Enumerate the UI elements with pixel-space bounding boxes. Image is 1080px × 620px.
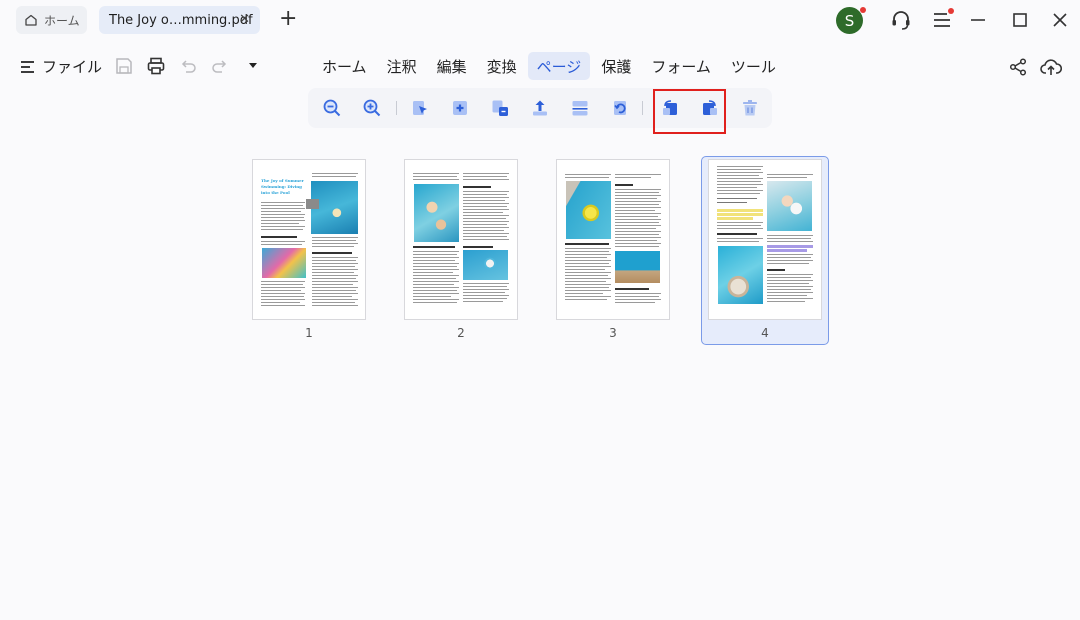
zoom-out-button[interactable] xyxy=(322,98,342,118)
insert-icon xyxy=(453,101,467,115)
tab-document-label: The Joy o…mming.pdf xyxy=(109,12,253,28)
extract-icon xyxy=(413,101,427,115)
page-preview xyxy=(404,159,518,320)
new-tab-button[interactable]: + xyxy=(279,7,297,31)
export-icon xyxy=(533,100,547,116)
avatar[interactable]: S xyxy=(836,7,866,34)
headset-icon[interactable] xyxy=(889,8,913,32)
zoom-in-icon xyxy=(363,99,381,117)
tab-home-label: ホーム xyxy=(44,13,80,28)
page-number: 2 xyxy=(457,326,465,340)
save-icon[interactable] xyxy=(114,56,134,76)
tab-home-menu[interactable]: ホーム xyxy=(313,52,376,80)
page-number: 3 xyxy=(609,326,617,340)
toolbar-divider xyxy=(642,101,643,115)
page-thumbnail-1[interactable]: The Joy of Summer Swimming: Diving into … xyxy=(252,159,366,340)
pool-image xyxy=(414,184,459,242)
page-thumbnail-4[interactable]: 4 xyxy=(708,159,822,340)
image-marker xyxy=(306,199,319,209)
rotate-icon xyxy=(614,101,626,115)
tab-protect[interactable]: 保護 xyxy=(592,52,640,80)
tab-convert[interactable]: 変換 xyxy=(478,52,526,80)
home-icon xyxy=(25,14,37,26)
delete-page-button[interactable] xyxy=(740,98,760,118)
extract-button[interactable] xyxy=(410,98,430,118)
page-preview xyxy=(708,159,822,320)
notification-dot xyxy=(860,7,866,13)
pool-deck-image xyxy=(615,251,660,283)
share-icon[interactable] xyxy=(1008,57,1028,77)
toolbar-divider xyxy=(396,101,397,115)
ribbon-tabs: ホーム 注釈 編集 変換 ページ 保護 フォーム ツール xyxy=(313,52,787,80)
page-number: 1 xyxy=(305,326,313,340)
split-icon xyxy=(572,101,588,116)
maximize-icon[interactable] xyxy=(1008,8,1032,32)
insert-button[interactable] xyxy=(450,98,470,118)
close-window-icon[interactable] xyxy=(1048,8,1072,32)
file-menu-label: ファイル xyxy=(42,58,103,76)
pool-ring-image xyxy=(566,181,611,239)
tab-edit[interactable]: 編集 xyxy=(428,52,476,80)
title-bar: ホーム The Joy o…mming.pdf ✕ + S xyxy=(0,0,1080,40)
close-tab-icon[interactable]: ✕ xyxy=(239,12,250,27)
page-thumbnail-2[interactable]: 2 xyxy=(404,159,518,340)
delete-icon xyxy=(743,100,757,116)
tab-form[interactable]: フォーム xyxy=(642,52,720,80)
rotate-button[interactable] xyxy=(610,98,630,118)
couple-image xyxy=(767,181,812,231)
tab-document[interactable]: The Joy o…mming.pdf ✕ xyxy=(99,6,260,34)
tab-page[interactable]: ページ xyxy=(527,52,591,80)
replace-icon xyxy=(492,100,508,116)
customize-dropdown-icon[interactable] xyxy=(243,56,263,76)
menu-bar: ファイル ホーム 注釈 編集 変換 ページ 保護 フォーム ツール xyxy=(0,48,1080,86)
undo-icon[interactable] xyxy=(178,56,198,76)
zoom-out-icon xyxy=(323,99,341,117)
notification-dot xyxy=(948,8,954,14)
main-menu-button[interactable] xyxy=(930,8,954,32)
swimmer-hat-image xyxy=(718,246,763,304)
print-icon[interactable] xyxy=(146,56,166,76)
redo-icon[interactable] xyxy=(210,56,230,76)
tab-home[interactable]: ホーム xyxy=(16,6,87,34)
page-preview: The Joy of Summer Swimming: Diving into … xyxy=(252,159,366,320)
tab-annotate[interactable]: 注釈 xyxy=(378,52,426,80)
split-button[interactable] xyxy=(570,98,590,118)
export-button[interactable] xyxy=(530,98,550,118)
page-thumbnail-3[interactable]: 3 xyxy=(556,159,670,340)
pool-image xyxy=(262,248,306,278)
page-number: 4 xyxy=(761,326,769,340)
highlight-box xyxy=(653,89,726,134)
cloud-upload-icon[interactable] xyxy=(1040,56,1062,78)
tab-tools[interactable]: ツール xyxy=(722,52,785,80)
page-title: The Joy of Summer Swimming: Diving into … xyxy=(261,178,304,195)
minimize-icon[interactable] xyxy=(966,8,990,32)
avatar-letter: S xyxy=(844,11,855,30)
float-image xyxy=(463,250,508,280)
replace-button[interactable] xyxy=(490,98,510,118)
file-menu-button[interactable]: ファイル xyxy=(20,56,102,77)
hamburger-icon xyxy=(21,60,34,73)
zoom-in-button[interactable] xyxy=(362,98,382,118)
page-preview xyxy=(556,159,670,320)
